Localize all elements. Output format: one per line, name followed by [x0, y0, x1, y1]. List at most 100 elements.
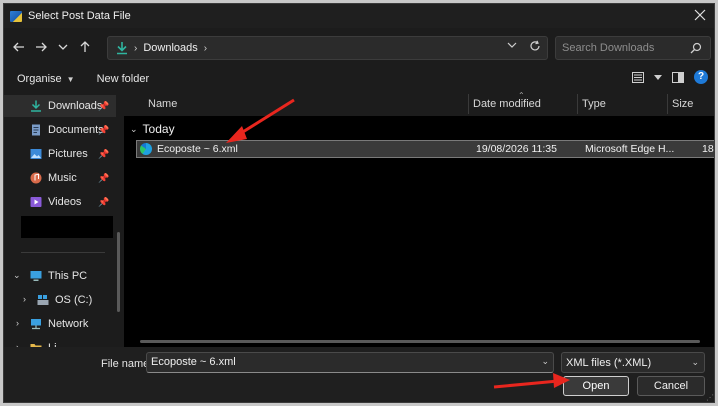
- command-bar: Organise ▼ New folder ?: [4, 68, 714, 90]
- address-actions: [507, 40, 541, 52]
- table-row[interactable]: Ecoposte ~ 6.xml 19/08/2026 11:35 Micros…: [136, 140, 714, 158]
- navigation-pane: Downloads 📌 Documents 📌 Pictures 📌 Music…: [4, 92, 124, 347]
- network-icon: [31, 319, 41, 330]
- column-header-size[interactable]: Size: [672, 98, 693, 110]
- open-button[interactable]: Open: [563, 376, 629, 396]
- dialog-footer: File name: ⌄ XML files (*.XML) ⌄ Open Ca…: [4, 347, 714, 402]
- breadcrumb-downloads[interactable]: Downloads: [143, 42, 197, 54]
- column-separator[interactable]: [667, 94, 668, 114]
- address-dropdown-icon[interactable]: [507, 40, 517, 50]
- videos-icon: [30, 197, 42, 207]
- caret-down-icon: ▼: [66, 75, 75, 84]
- file-name-input[interactable]: [151, 356, 531, 368]
- close-button[interactable]: [692, 8, 708, 24]
- sidebar-item-network[interactable]: Network: [30, 314, 88, 334]
- column-header-type[interactable]: Type: [582, 98, 606, 110]
- forward-button[interactable]: [30, 36, 52, 58]
- sidebar-item-pictures[interactable]: Pictures: [30, 144, 88, 164]
- computer-icon: [30, 271, 42, 281]
- sidebar-item-downloads[interactable]: Downloads: [30, 96, 102, 116]
- pin-icon: 📌: [98, 125, 110, 135]
- drive-icon: [37, 295, 49, 305]
- refresh-icon[interactable]: [529, 40, 541, 52]
- column-separator[interactable]: [577, 94, 578, 114]
- sidebar-item-label: Downloads: [48, 100, 103, 112]
- window-title: Select Post Data File: [28, 10, 131, 22]
- horizontal-scrollbar[interactable]: [140, 340, 700, 343]
- redacted-item: [21, 216, 113, 238]
- sidebar-item-label: Pictures: [48, 148, 88, 160]
- chevron-down-icon: ⌄: [130, 123, 138, 134]
- file-type-value: XML files (*.XML): [566, 357, 652, 369]
- file-name-label: File name:: [101, 358, 153, 370]
- sidebar-item-music[interactable]: Music: [30, 168, 77, 188]
- sidebar-divider: [21, 252, 105, 253]
- sidebar-item-label: Network: [48, 318, 89, 330]
- sidebar-item-this-pc[interactable]: This PC: [30, 266, 87, 286]
- up-button[interactable]: [74, 36, 96, 58]
- view-controls: ?: [632, 70, 708, 84]
- sidebar-item-label: Music: [48, 172, 77, 184]
- column-header-row: Name ⌃ Date modified Type Size: [124, 92, 714, 116]
- chevron-right-icon[interactable]: ›: [16, 318, 19, 328]
- breadcrumb-chevron-icon: ›: [134, 42, 138, 54]
- sidebar-item-label: Documents: [48, 124, 104, 136]
- file-list: Name ⌃ Date modified Type Size ⌄ Today E…: [124, 92, 714, 347]
- pin-icon: 📌: [98, 149, 110, 159]
- file-open-dialog: Select Post Data File › Downloads › Sear…: [3, 3, 715, 403]
- download-icon: [116, 41, 128, 55]
- cancel-button[interactable]: Cancel: [637, 376, 705, 396]
- breadcrumb-chevron-icon: ›: [203, 42, 208, 54]
- address-bar[interactable]: › Downloads ›: [107, 36, 548, 60]
- arrow-up-icon: [80, 41, 90, 52]
- group-header-today[interactable]: ⌄ Today: [130, 120, 175, 138]
- new-folder-button[interactable]: New folder: [97, 73, 150, 85]
- pictures-icon: [30, 149, 42, 159]
- column-separator[interactable]: [468, 94, 469, 114]
- file-name-combobox[interactable]: ⌄: [146, 352, 554, 373]
- document-icon: [32, 124, 40, 136]
- group-label: Today: [142, 122, 175, 136]
- sidebar-item-videos[interactable]: Videos: [30, 192, 81, 212]
- resize-grip-icon[interactable]: ⋰: [706, 393, 714, 402]
- chevron-down-icon: ⌄: [691, 357, 699, 367]
- column-header-name[interactable]: Name: [148, 98, 177, 110]
- view-options-caret-icon[interactable]: [654, 74, 662, 80]
- preview-pane-icon[interactable]: [672, 71, 684, 83]
- close-icon: [694, 9, 706, 21]
- pin-icon: 📌: [98, 101, 110, 111]
- sidebar-item-label: This PC: [48, 270, 88, 282]
- file-type-select[interactable]: XML files (*.XML) ⌄: [561, 352, 705, 373]
- file-date: 19/08/2026 11:35: [476, 143, 557, 155]
- file-size: 18 K: [702, 143, 714, 155]
- chevron-down-icon[interactable]: ⌄: [541, 356, 549, 367]
- view-list-icon[interactable]: [632, 71, 644, 83]
- title-bar: Select Post Data File: [4, 4, 714, 28]
- organise-label: Organise: [17, 73, 62, 85]
- arrow-left-icon: [13, 42, 24, 52]
- chevron-right-icon[interactable]: ›: [23, 294, 26, 304]
- sidebar-scrollbar[interactable]: [117, 232, 120, 312]
- sidebar-item-label: Videos: [48, 196, 82, 208]
- help-icon[interactable]: ?: [694, 70, 708, 84]
- search-input[interactable]: [562, 42, 687, 54]
- pin-icon: 📌: [98, 173, 110, 183]
- arrow-right-icon: [36, 42, 47, 52]
- sidebar-item-libraries[interactable]: Li: [30, 338, 57, 347]
- file-name: Ecoposte ~ 6.xml: [157, 143, 238, 155]
- column-header-date-modified[interactable]: Date modified: [473, 98, 541, 110]
- organise-menu[interactable]: Organise ▼: [17, 73, 75, 85]
- chevron-down-icon: [58, 44, 68, 50]
- chevron-down-icon[interactable]: ⌄: [13, 270, 21, 281]
- download-icon: [31, 100, 41, 112]
- back-button[interactable]: [8, 36, 30, 58]
- recent-locations-button[interactable]: [52, 36, 74, 58]
- file-type: Microsoft Edge H...: [585, 143, 675, 155]
- search-icon: [690, 42, 702, 54]
- navigation-bar: › Downloads ›: [4, 32, 714, 62]
- music-icon: [30, 172, 42, 184]
- sidebar-item-documents[interactable]: Documents: [30, 120, 104, 140]
- sidebar-item-os-drive[interactable]: OS (C:): [37, 290, 92, 310]
- edge-file-icon: [140, 143, 152, 155]
- search-box[interactable]: [555, 36, 711, 60]
